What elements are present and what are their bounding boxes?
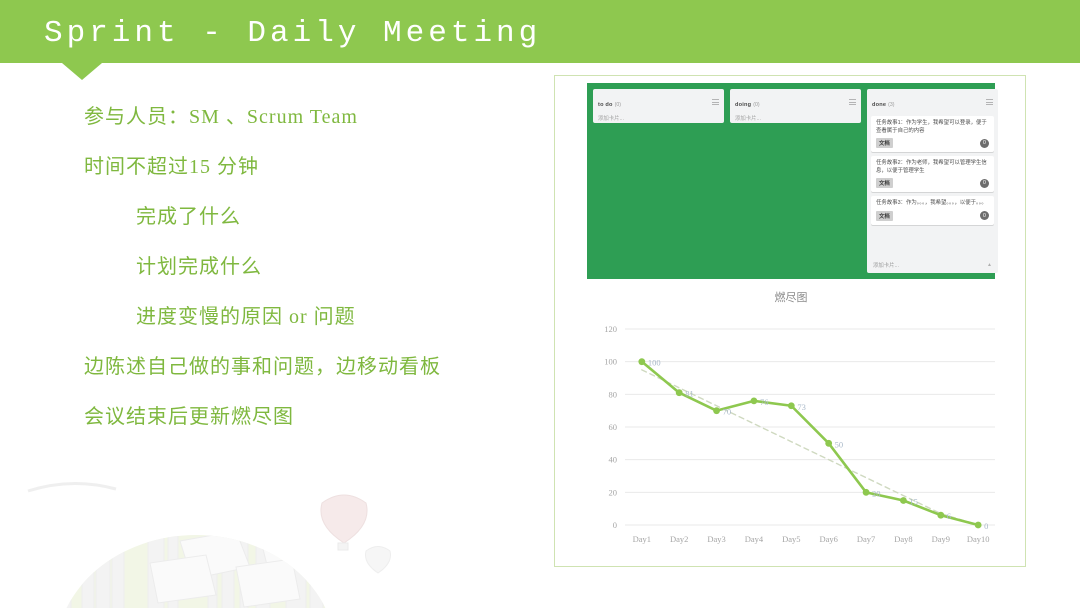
kanban-card-footer: 文档 0 bbox=[876, 210, 989, 221]
hamburger-menu-icon[interactable] bbox=[986, 99, 993, 105]
svg-text:80: 80 bbox=[609, 389, 618, 399]
kanban-card-badge: 0 bbox=[980, 138, 989, 148]
svg-text:120: 120 bbox=[604, 324, 617, 334]
kanban-card-footer: 文档 0 bbox=[876, 178, 989, 189]
page-title: Sprint - Daily Meeting bbox=[44, 16, 542, 51]
kanban-board[interactable]: to do (0) 添加卡片... doing (0) 添加卡片... done… bbox=[587, 83, 998, 279]
burndown-chart-svg: 020406080100120Day1 Day2 Day3 Day4 Day5 Day6 D… bbox=[604, 324, 995, 544]
kanban-card-badge: 0 bbox=[980, 178, 989, 188]
kanban-card-footer: 文档 0 bbox=[876, 138, 989, 149]
svg-text:0: 0 bbox=[984, 521, 988, 531]
svg-text:70: 70 bbox=[723, 407, 732, 417]
svg-text:100: 100 bbox=[604, 357, 617, 367]
svg-text:76: 76 bbox=[760, 397, 769, 407]
svg-text:Day7: Day7 bbox=[857, 534, 875, 544]
svg-text:Day8: Day8 bbox=[894, 534, 912, 544]
kanban-card[interactable]: 任务故事1：作为学生，我希望可以登录，便于查看属于自己的内容 文档 0 bbox=[871, 116, 994, 153]
bullet-item: 边陈述自己做的事和问题，边移动看板 bbox=[84, 356, 441, 378]
svg-text:Day9: Day9 bbox=[932, 534, 950, 544]
kanban-column-title: done bbox=[872, 102, 887, 108]
svg-text:Day3: Day3 bbox=[707, 534, 725, 544]
svg-text:50: 50 bbox=[835, 439, 844, 449]
kanban-card-text: 任务故事1：作为学生，我希望可以登录，便于查看属于自己的内容 bbox=[876, 120, 987, 134]
city-globe-illustration bbox=[27, 482, 391, 608]
bullet-item: 会议结束后更新燃尽图 bbox=[84, 406, 294, 428]
kanban-card-list: 任务故事1：作为学生，我希望可以登录，便于查看属于自己的内容 文档 0 任务故事… bbox=[867, 112, 998, 258]
header-pointer-triangle bbox=[62, 63, 102, 80]
kanban-column-header: to do (0) bbox=[593, 89, 724, 112]
svg-text:0: 0 bbox=[613, 520, 617, 530]
bullet-list: 参与人员：SM 、Scrum Team 时间不超过15 分钟 完成了什么 计划完… bbox=[0, 92, 540, 442]
svg-text:6: 6 bbox=[947, 511, 951, 521]
kanban-column-count: (0) bbox=[614, 102, 622, 108]
bullet-item: 时间不超过15 分钟 bbox=[84, 156, 259, 178]
hamburger-menu-icon[interactable] bbox=[849, 99, 856, 105]
chevron-up-icon[interactable]: ▲ bbox=[987, 263, 992, 268]
svg-text:73: 73 bbox=[797, 402, 806, 412]
kanban-card[interactable]: 任务故事2：作为老师，我希望可以管理学生信息，以便于管理学生 文档 0 bbox=[871, 156, 994, 193]
burndown-chart: 燃尽图 0 20 40 60 80 100 120 Day1 Day2 Day3 Day4 Day5 D… bbox=[573, 291, 1009, 559]
kanban-card-tag[interactable]: 文档 bbox=[876, 210, 893, 221]
svg-text:20: 20 bbox=[609, 487, 618, 497]
bullet-item: 计划完成什么 bbox=[136, 256, 262, 278]
svg-text:100: 100 bbox=[648, 358, 661, 368]
kanban-card-text: 任务故事3：作为。。。，我希望。。。，以便于。。。 bbox=[876, 200, 987, 207]
add-card-button[interactable]: 添加卡片... bbox=[730, 112, 861, 127]
hamburger-menu-icon[interactable] bbox=[712, 99, 719, 105]
right-content-panel: to do (0) 添加卡片... doing (0) 添加卡片... done… bbox=[554, 75, 1026, 567]
bullet-item: 完成了什么 bbox=[136, 206, 241, 228]
hot-air-balloon-large bbox=[320, 494, 368, 551]
add-card-footer[interactable]: 添加卡片... ▲ bbox=[867, 258, 998, 273]
add-card-button[interactable]: 添加卡片... bbox=[593, 112, 724, 127]
kanban-column-header: doing (0) bbox=[730, 89, 861, 112]
kanban-card-badge: 0 bbox=[980, 211, 989, 221]
kanban-column-doing[interactable]: doing (0) 添加卡片... bbox=[730, 89, 861, 123]
slide-root: Sprint - Daily Meeting 参与人员：SM 、Scrum Te… bbox=[0, 0, 1080, 608]
kanban-card-text: 任务故事2：作为老师，我希望可以管理学生信息，以便于管理学生 bbox=[876, 160, 987, 174]
bullet-item: 参与人员：SM 、Scrum Team bbox=[84, 106, 358, 128]
kanban-column-title: to do bbox=[598, 102, 613, 108]
add-card-button[interactable]: 添加卡片... bbox=[873, 261, 899, 269]
kanban-column-header: done (3) bbox=[867, 89, 998, 112]
svg-text:40: 40 bbox=[609, 455, 618, 465]
svg-text:Day5: Day5 bbox=[782, 534, 800, 544]
svg-text:60: 60 bbox=[609, 422, 618, 432]
svg-text:81: 81 bbox=[685, 389, 694, 399]
kanban-column-todo[interactable]: to do (0) 添加卡片... bbox=[593, 89, 724, 123]
kanban-column-count: (0) bbox=[753, 102, 760, 108]
kanban-card-tag[interactable]: 文档 bbox=[876, 138, 893, 149]
svg-text:Day4: Day4 bbox=[745, 534, 764, 544]
kanban-card[interactable]: 任务故事3：作为。。。，我希望。。。，以便于。。。 文档 0 bbox=[871, 196, 994, 225]
svg-text:20: 20 bbox=[872, 488, 881, 498]
kanban-column-title: doing bbox=[735, 102, 752, 108]
svg-text:Day2: Day2 bbox=[670, 534, 688, 544]
svg-text:Day1: Day1 bbox=[633, 534, 651, 544]
svg-text:15: 15 bbox=[909, 497, 918, 507]
kanban-card-tag[interactable]: 文档 bbox=[876, 178, 893, 189]
kanban-column-done[interactable]: done (3) 任务故事1：作为学生，我希望可以登录，便于查看属于自己的内容 文… bbox=[867, 89, 998, 273]
bullet-item: 进度变慢的原因 or 问题 bbox=[136, 306, 356, 328]
svg-text:Day6: Day6 bbox=[819, 534, 837, 544]
hot-air-balloon-small bbox=[365, 546, 391, 574]
kanban-column-count: (3) bbox=[888, 102, 895, 108]
svg-text:Day10: Day10 bbox=[967, 534, 990, 544]
